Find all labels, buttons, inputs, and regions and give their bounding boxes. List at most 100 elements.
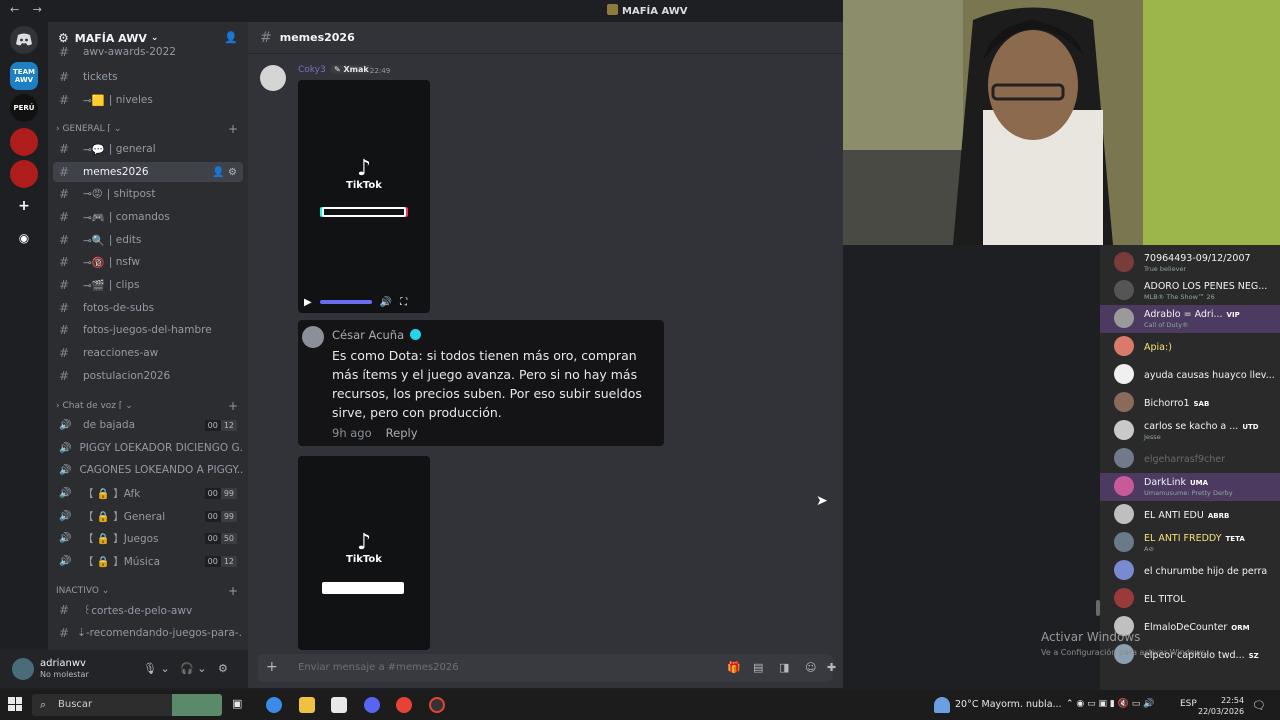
emoji-icon: ⊸💬 [83,143,105,156]
channel-nsfw[interactable]: # ⊸🔞 | nsfw [53,252,243,272]
message-composer[interactable]: + Enviar mensaje a #memes2026 🎁 ▤ ◨ ☺ ✚ [258,654,836,682]
hash-icon: # [59,165,70,179]
channel-recomendando[interactable]: # ⇣-recomendando-juegos-para-... [53,623,243,643]
settings-gear-icon[interactable]: ⚙ [218,662,228,675]
video-embed-2[interactable]: ♪ TikTok [298,456,430,650]
stream-chat-row: EL ANTI EDU ABRB [1100,501,1280,529]
voice-count-limit: 12 [220,555,237,567]
forward-icon[interactable]: → [33,3,42,16]
scrollbar[interactable] [1096,600,1100,616]
hash-icon: # [59,626,70,640]
chatter-name-text: el churumbe hijo de perra [1144,566,1268,577]
channel-edits[interactable]: # ⊸🔍 | edits [53,230,243,250]
channel-reacciones[interactable]: # reacciones-aw [53,343,243,363]
add-inactive-channel-icon[interactable]: + [228,584,238,598]
video-embed-1[interactable]: ♪ TikTok ▶ 🔊 ⛶ [298,80,430,313]
voice-channel[interactable]: 🔊 【 🔒 】Juegos 00 50 [53,528,243,548]
stream-chat-row: ayuda causas huayco llev... [1100,361,1280,389]
obs-icon[interactable] [429,697,445,713]
channel-postulacion[interactable]: # postulacion2026 [53,366,243,386]
channel-clips[interactable]: # ⊸🎬 | clips [53,275,243,295]
clock[interactable]: 22:54 22/03/2026 [1198,695,1244,717]
message-avatar[interactable] [260,65,286,91]
notifications-icon[interactable]: 🗨 [1252,699,1266,712]
windows-start-icon[interactable] [8,697,22,711]
fullscreen-icon[interactable]: ⛶ [400,297,407,308]
channel-general[interactable]: # ⊸💬 | general [53,139,243,159]
server-peru[interactable]: PERÚ [10,94,38,122]
stream-chat-row: ADORO LOS PENES NEG... MLB® The Show™ 26 [1100,277,1280,305]
server-red-2[interactable] [10,160,38,188]
add-channel-icon[interactable]: + [228,122,238,136]
category-general[interactable]: › GENERAL ⌈ ⌄ [56,124,121,134]
channel-settings-icon[interactable]: 👤 ⚙ [212,167,237,178]
gif-icon[interactable]: ▤ [753,661,763,674]
hash-icon: # [59,93,70,107]
taskbar-search[interactable]: ⌕ Buscar [32,694,222,716]
server-name: MAFÍA AWV [74,31,147,45]
chrome-icon[interactable] [396,697,412,713]
category-voz[interactable]: › Chat de voz ⌈ ⌄ [56,401,133,411]
channel-fotos-juegos[interactable]: # fotos-juegos-del-hambre [53,320,243,340]
volume-slider[interactable] [319,300,372,304]
weather-text[interactable]: 20°C Mayorm. nubla... [955,699,1062,710]
play-icon[interactable]: ▶ [304,297,312,308]
voice-count-current: 00 [204,510,221,522]
message-author[interactable]: Coky3 [298,65,326,75]
server-red-1[interactable] [10,128,38,156]
channel-tickets[interactable]: # tickets [53,67,243,87]
add-server-icon[interactable]: + [10,192,38,220]
avatar[interactable] [12,658,34,680]
emoji-icon[interactable]: ☺ [805,661,816,674]
headphones-icon[interactable]: 🎧 ⌄ [180,662,206,675]
channel-awv-awards[interactable]: # awv-awards-2022 [53,46,243,58]
sticker-icon[interactable]: ◨ [779,661,789,674]
store-icon[interactable] [331,697,347,713]
channel-label: | general [108,143,156,155]
channel-shitpost[interactable]: # ⊸😡 | shitpost [53,184,243,204]
microphone-icon[interactable]: 🎙 ⌄ [143,662,170,675]
channel-fotos-de-subs[interactable]: # fotos-de-subs [53,298,243,318]
voice-channel[interactable]: 🔊 【 🔒 】General 00 99 [53,506,243,526]
discord-home-icon[interactable] [10,26,38,54]
channel-memes2026[interactable]: # memes2026 👤 ⚙ [53,162,243,182]
voice-channel[interactable]: 🔊 de bajada 00 12 [53,415,243,435]
voice-channel[interactable]: 🔊 PIGGY LOEKADOR DICIENGO G... [53,438,243,458]
explore-icon[interactable]: ◉ [10,224,38,252]
gift-icon[interactable]: 🎁 [727,661,741,674]
chatter-name-text: 70964493-09/12/2007 [1144,253,1251,264]
discord-taskbar-icon[interactable] [364,697,380,713]
hash-icon: # [59,233,70,247]
server-team-awv[interactable]: TEAM AWV [10,62,38,90]
voice-channel[interactable]: 🔊 【 🔒 】Afk 00 99 [53,483,243,503]
voice-channel[interactable]: 🔊 【 🔒 】Música 00 12 [53,551,243,571]
back-icon[interactable]: ← [10,3,19,16]
voice-count-current: 00 [204,555,221,567]
copilot-icon[interactable] [266,697,282,713]
channel-cortes[interactable]: # ꒰cortes-de-pelo-awv [53,600,243,620]
language-indicator[interactable]: ESP [1180,699,1197,709]
file-explorer-icon[interactable] [299,697,315,713]
voice-channel[interactable]: 🔊 CAGONES LOKEANDO A PIGGY... [53,460,243,480]
stream-chat-row: 70964493-09/12/2007 True believer [1100,249,1280,277]
chatter-name-text: EL TITOL [1144,594,1186,605]
add-voice-channel-icon[interactable]: + [228,399,238,413]
tray-icons[interactable]: ⌃ ◉ ▭ ▣ ▮ 🔇 ▭ 🔊 [1066,699,1154,709]
channel-niveles[interactable]: # ⊸🟨 | niveles [53,90,243,110]
chatter-name: EL ANTI FREDDY TETA [1144,533,1245,544]
add-user-icon[interactable]: 👤 [224,31,238,44]
category-inactivo[interactable]: INACTIVO ⌄ [56,586,109,596]
tiktok-username-box [322,582,404,594]
message-input[interactable]: Enviar mensaje a #memes2026 [298,662,459,673]
chatter-avatar [1114,420,1134,440]
attach-plus-icon[interactable]: + [266,659,278,675]
channel-comandos[interactable]: # ⊸🎮 | comandos [53,207,243,227]
chatter-avatar [1114,392,1134,412]
hash-icon: # [59,369,70,383]
clock-date: 22/03/2026 [1198,707,1245,716]
task-view-icon[interactable]: ▣ [232,697,248,713]
volume-icon[interactable]: 🔊 [380,297,392,308]
apps-icon[interactable]: ✚ [827,661,836,674]
chatter-subtitle: A⊘ [1144,545,1154,553]
chatter-subtitle: Jesse [1144,433,1161,441]
